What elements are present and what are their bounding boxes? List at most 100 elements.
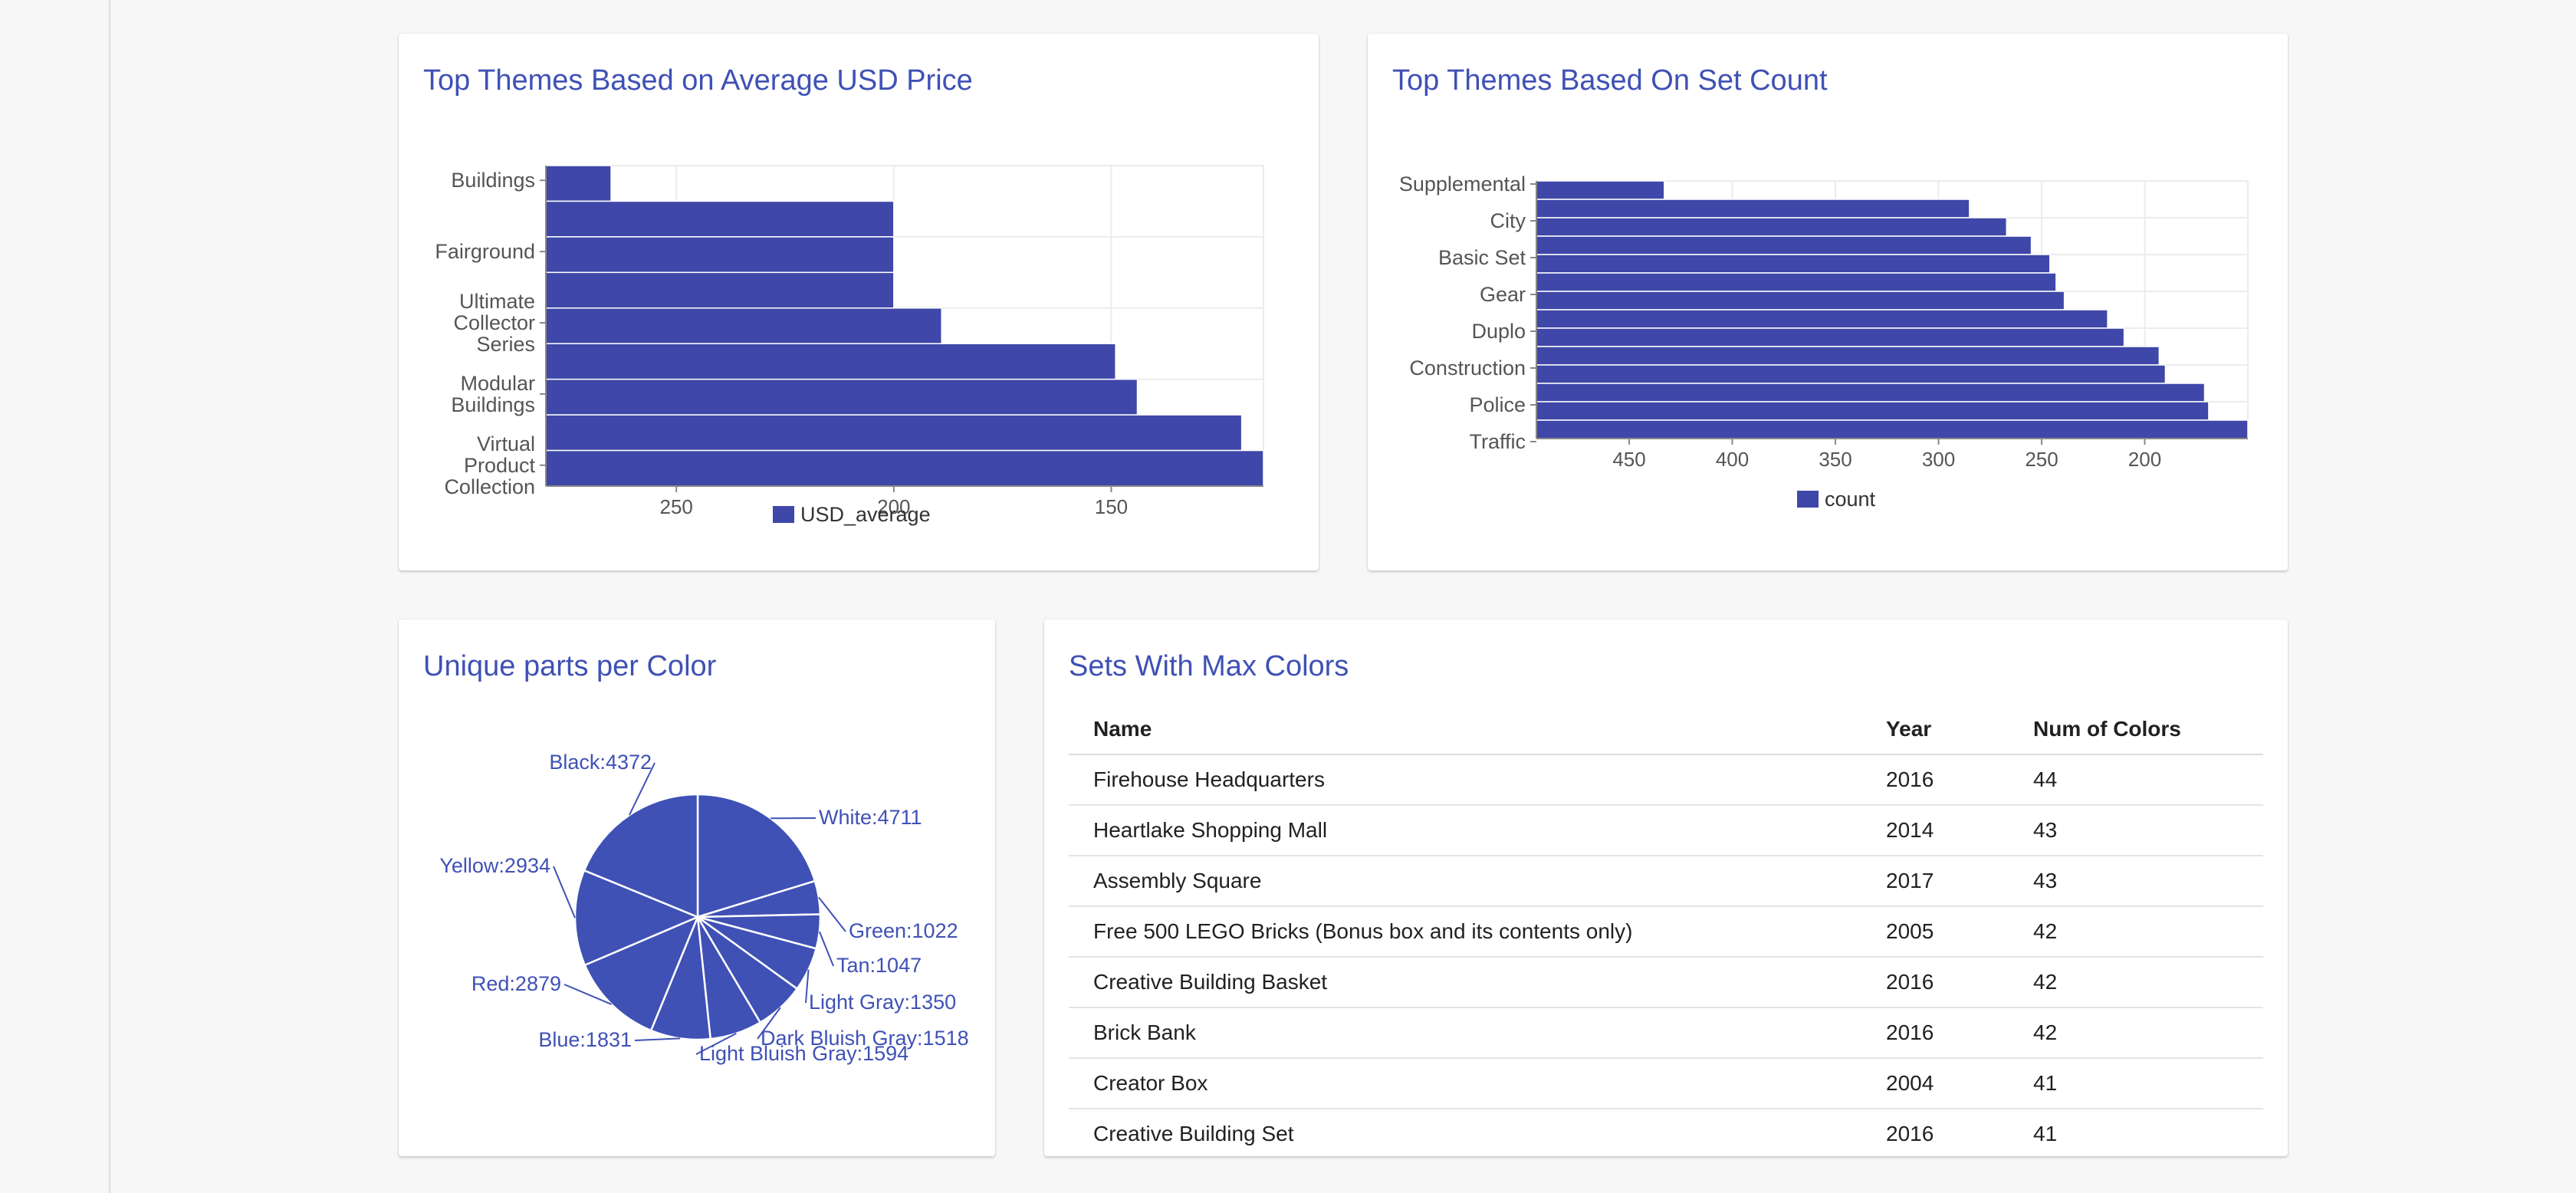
cell-num-colors: 41 bbox=[2009, 1058, 2263, 1109]
pie-label: Yellow:2934 bbox=[439, 854, 550, 877]
column-header-name[interactable]: Name bbox=[1069, 704, 1861, 755]
legend-swatch bbox=[1797, 491, 1819, 508]
cell-name: Creative Building Basket bbox=[1069, 957, 1861, 1008]
x-tick-label: 200 bbox=[2128, 448, 2161, 471]
y-tick-label: City bbox=[1490, 209, 1526, 232]
cell-year: 2016 bbox=[1861, 754, 2009, 806]
y-tick-label: Ultimate Collector Series bbox=[453, 290, 535, 356]
sets-table-title: Sets With Max Colors bbox=[1069, 650, 1349, 682]
bar bbox=[1536, 272, 2057, 292]
bar bbox=[1536, 235, 2032, 255]
x-tick-label: 450 bbox=[1612, 448, 1645, 471]
avg-price-chart: 250 200 150BuildingsFairgroundUltimate Coll… bbox=[435, 165, 1264, 526]
cell-year: 2005 bbox=[1861, 906, 2009, 958]
table-row[interactable]: Assembly Square 2017 43 bbox=[1069, 856, 2263, 907]
cell-num-colors: 42 bbox=[2009, 906, 2263, 958]
bar bbox=[1536, 309, 2108, 329]
cell-num-colors: 42 bbox=[2009, 957, 2263, 1008]
table-row[interactable]: Free 500 LEGO Bricks (Bonus box and its … bbox=[1069, 906, 2263, 958]
cell-year: 2017 bbox=[1861, 856, 2009, 907]
pie-leader-line bbox=[634, 1037, 681, 1041]
table-row[interactable]: Heartlake Shopping Mall 2014 43 bbox=[1069, 805, 2263, 856]
bar bbox=[1536, 199, 1970, 219]
table-row[interactable]: Brick Bank 2016 42 bbox=[1069, 1007, 2263, 1059]
column-header-num-colors[interactable]: Num of Colors bbox=[2009, 704, 2263, 755]
y-tick-label: Modular Buildings bbox=[451, 372, 535, 416]
table-header-row: Name Year Num of Colors bbox=[1069, 704, 2263, 755]
sets-table: Name Year Num of Colors Firehouse Headqu… bbox=[1069, 704, 2263, 1156]
parts-color-pie: White:4711 Green:1022 Tan:1047 Light Gray:1… bbox=[439, 751, 968, 1065]
set-count-chart: 450 400 350 300 250 200 Supplemental City Basic … bbox=[1399, 173, 2249, 511]
bar bbox=[1536, 401, 2210, 421]
pie-label: Red:2879 bbox=[472, 972, 561, 995]
sidebar-divider bbox=[109, 0, 110, 1193]
y-tick-label: Buildings bbox=[451, 169, 535, 192]
y-tick-label: Supplemental bbox=[1399, 173, 1526, 196]
cell-name: Creator Box bbox=[1069, 1058, 1861, 1109]
x-tick-label: 150 bbox=[1095, 495, 1128, 518]
bar bbox=[545, 236, 895, 274]
bar bbox=[545, 307, 942, 344]
pie-leader-line bbox=[553, 866, 576, 919]
column-header-year[interactable]: Year bbox=[1861, 704, 2009, 755]
table-row[interactable]: Creator Box 2004 41 bbox=[1069, 1058, 2263, 1109]
pie-label: Black:4372 bbox=[549, 751, 652, 774]
bar bbox=[545, 165, 612, 202]
set-count-card: Top Themes Based On Set Count 450 400 350 3… bbox=[1368, 34, 2288, 570]
bar bbox=[1536, 291, 2065, 311]
bar bbox=[1536, 383, 2206, 403]
cell-year: 2016 bbox=[1861, 1109, 2009, 1156]
bar bbox=[1536, 327, 2125, 347]
pie-label: Blue:1831 bbox=[538, 1028, 632, 1051]
cell-year: 2014 bbox=[1861, 805, 2009, 856]
y-tick-label: Traffic bbox=[1469, 430, 1526, 453]
sets-table-card: Sets With Max Colors Name Year Num of Co… bbox=[1044, 620, 2288, 1156]
y-tick-label: Fairground bbox=[435, 240, 535, 263]
bar bbox=[545, 414, 1243, 452]
cell-num-colors: 42 bbox=[2009, 1007, 2263, 1059]
cell-name: Creative Building Set bbox=[1069, 1109, 1861, 1156]
parts-color-card: Unique parts per Color White:4711 Green:1… bbox=[399, 620, 995, 1156]
cell-name: Heartlake Shopping Mall bbox=[1069, 805, 1861, 856]
table-row[interactable]: Firehouse Headquarters 2016 44 bbox=[1069, 754, 2263, 806]
pie-label: White:4711 bbox=[819, 806, 922, 829]
bar bbox=[545, 343, 1116, 380]
y-tick-label: Duplo bbox=[1471, 320, 1526, 343]
bar bbox=[545, 449, 1264, 487]
avg-price-card: Top Themes Based on Average USD Price 25… bbox=[399, 34, 1319, 570]
y-tick-label: Basic Set bbox=[1438, 246, 1526, 269]
cell-year: 2004 bbox=[1861, 1058, 2009, 1109]
bar bbox=[545, 271, 895, 309]
bar bbox=[1536, 217, 2008, 237]
bar bbox=[545, 200, 895, 238]
pie-leader-line bbox=[818, 896, 846, 932]
x-tick-label: 250 bbox=[2025, 448, 2058, 471]
pie-leader-line bbox=[818, 931, 834, 967]
y-tick-label: Police bbox=[1469, 393, 1526, 416]
y-tick-label: Virtual Product Collection bbox=[444, 432, 535, 498]
x-tick-label: 350 bbox=[1819, 448, 1852, 471]
bar bbox=[1536, 419, 2249, 439]
table-row[interactable]: Creative Building Set 2016 41 bbox=[1069, 1109, 2263, 1156]
pie-label: Green:1022 bbox=[849, 919, 958, 942]
bar bbox=[1536, 180, 1665, 200]
bar bbox=[1536, 254, 2051, 274]
cell-num-colors: 44 bbox=[2009, 754, 2263, 806]
cell-name: Free 500 LEGO Bricks (Bonus box and its … bbox=[1069, 906, 1861, 958]
cell-name: Firehouse Headquarters bbox=[1069, 754, 1861, 806]
pie-label: Tan:1047 bbox=[836, 954, 922, 977]
cell-num-colors: 43 bbox=[2009, 805, 2263, 856]
cell-num-colors: 43 bbox=[2009, 856, 2263, 907]
bar bbox=[545, 378, 1138, 416]
cell-year: 2016 bbox=[1861, 1007, 2009, 1059]
cell-name: Brick Bank bbox=[1069, 1007, 1861, 1059]
x-tick-label: 250 bbox=[659, 495, 692, 518]
x-tick-label: 400 bbox=[1716, 448, 1749, 471]
legend-swatch bbox=[773, 506, 794, 523]
bar bbox=[1536, 346, 2160, 366]
y-tick-label: Gear bbox=[1480, 283, 1526, 306]
cell-num-colors: 41 bbox=[2009, 1109, 2263, 1156]
cell-name: Assembly Square bbox=[1069, 856, 1861, 907]
table-row[interactable]: Creative Building Basket 2016 42 bbox=[1069, 957, 2263, 1008]
y-tick-label: Construction bbox=[1409, 357, 1526, 380]
